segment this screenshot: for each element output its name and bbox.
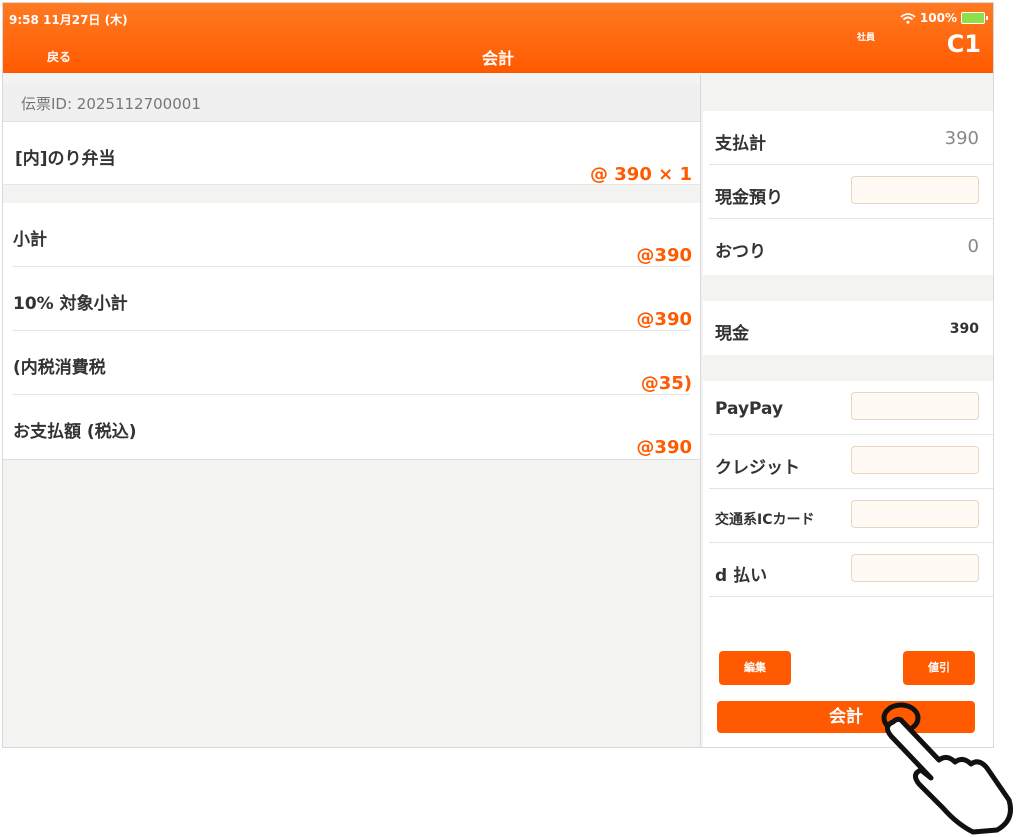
ic-card-row: 交通系ICカード	[703, 489, 993, 543]
cash-card: 現金 390	[703, 301, 993, 355]
status-indicators: 100%	[900, 11, 988, 25]
d-barai-row: d 払い	[703, 543, 993, 597]
item-name: [内]のり弁当	[15, 149, 116, 169]
pay-label: d 払い	[715, 566, 768, 586]
status-time-date: 9:58 11月27日 (木)	[9, 13, 128, 27]
payment-methods-card: PayPay クレジット 交通系ICカード d 払い 編集 値引 会計	[703, 381, 993, 747]
table-code: C1	[946, 30, 981, 58]
tap-gesture-icon	[881, 702, 1013, 835]
total-value: @390	[636, 437, 692, 458]
user-role-label: 社員	[857, 33, 876, 43]
ticket-header: 伝票ID: 2025112700001	[3, 83, 700, 122]
discount-button[interactable]: 値引	[903, 651, 975, 685]
pay-label: 支払計	[715, 134, 766, 154]
total-value: @390	[636, 245, 692, 266]
total-value: @390	[636, 309, 692, 330]
page-title: 会計	[481, 49, 514, 68]
change-row: おつり 0	[703, 219, 993, 273]
battery-percent: 100%	[919, 11, 957, 25]
cash-received-row: 現金預り	[703, 165, 993, 219]
total-value: @35)	[640, 373, 692, 394]
order-item-row[interactable]: [内]のり弁当 @ 390 × 1	[3, 122, 700, 185]
battery-icon	[961, 12, 988, 24]
paypay-row: PayPay	[703, 381, 993, 435]
pay-label: 交通系ICカード	[715, 512, 815, 528]
pay-label: おつり	[715, 242, 766, 262]
payment-total-row: 支払計 390	[703, 111, 993, 165]
payment-summary-card: 支払計 390 現金預り おつり 0	[703, 111, 993, 275]
paypay-input[interactable]	[851, 392, 979, 420]
cash-received-input[interactable]	[851, 176, 979, 204]
pay-label: 現金預り	[715, 188, 783, 208]
d-barai-input[interactable]	[851, 554, 979, 582]
pay-label: クレジット	[715, 458, 800, 478]
credit-input[interactable]	[851, 446, 979, 474]
wifi-icon	[900, 12, 916, 24]
included-tax-row: (内税消費税 @35)	[3, 331, 700, 395]
pay-label: PayPay	[715, 399, 784, 419]
total-label: 10% 対象小計	[13, 294, 128, 314]
total-label: お支払額 (税込)	[13, 422, 137, 442]
subtotal-row: 小計 @390	[3, 203, 700, 267]
totals-list: 小計 @390 10% 対象小計 @390 (内税消費税 @35) お支払額 (…	[3, 203, 700, 460]
ticket-id: 伝票ID: 2025112700001	[21, 95, 201, 113]
taxable-subtotal-row: 10% 対象小計 @390	[3, 267, 700, 331]
credit-row: クレジット	[703, 435, 993, 489]
ic-card-input[interactable]	[851, 500, 979, 528]
total-label: 小計	[13, 230, 47, 250]
payment-panel: 支払計 390 現金預り おつり 0 現金 390 PayPay クレジット 交…	[703, 75, 993, 747]
cash-row: 現金 390	[703, 301, 993, 355]
total-label: (内税消費税	[13, 358, 106, 378]
pay-label: 現金	[715, 324, 749, 344]
app-header: 9:58 11月27日 (木) 100% 戻る 会計 社員 C1	[3, 3, 993, 73]
payment-amount-row: お支払額 (税込) @390	[3, 395, 700, 459]
cash-value: 390	[949, 321, 979, 337]
change-value: 0	[967, 236, 979, 257]
payment-total-value: 390	[944, 128, 979, 149]
item-price-qty: @ 390 × 1	[590, 164, 692, 185]
order-detail-panel: 伝票ID: 2025112700001 [内]のり弁当 @ 390 × 1 小計…	[3, 75, 701, 747]
app-window: 9:58 11月27日 (木) 100% 戻る 会計 社員 C1 伝票ID: 2…	[2, 2, 994, 748]
edit-button[interactable]: 編集	[719, 651, 791, 685]
